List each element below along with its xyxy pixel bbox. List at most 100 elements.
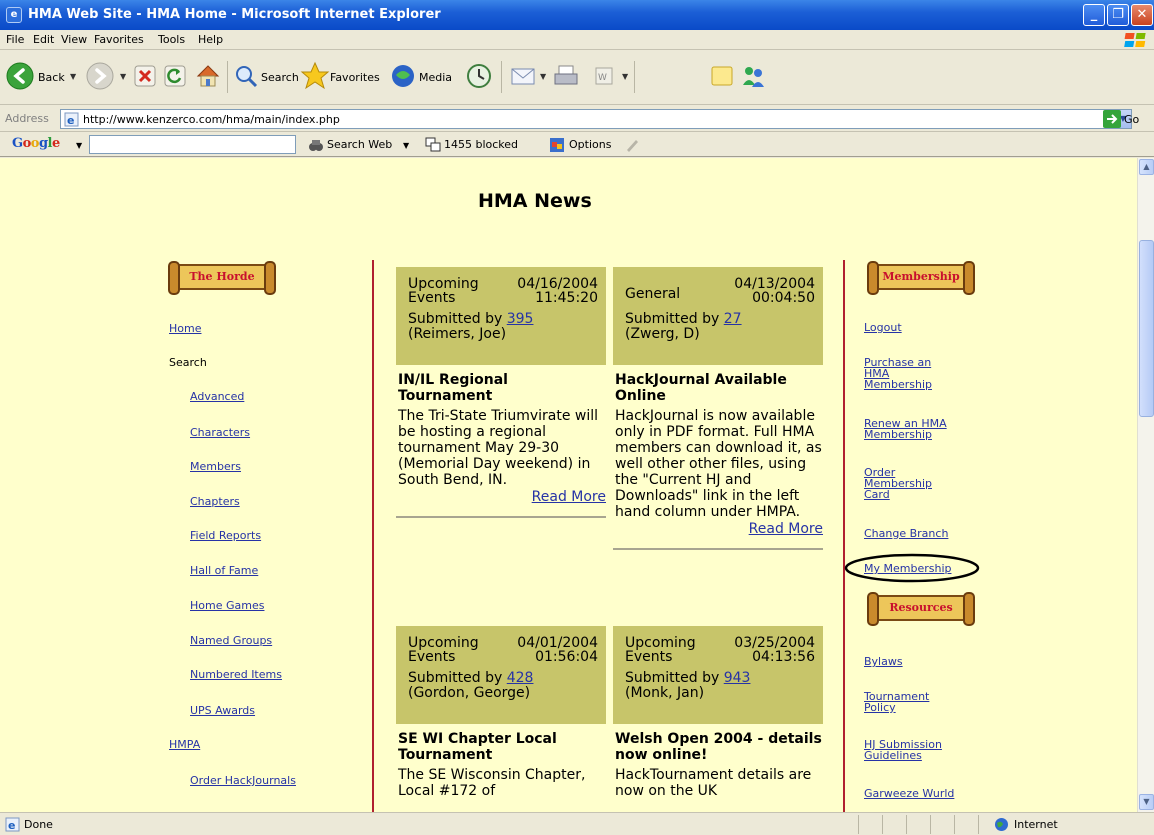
refresh-icon[interactable] [164,65,186,87]
garweeze-wurld-link[interactable]: Garweeze Wurld [864,788,974,799]
address-bar: Address e http://www.kenzerco.com/hma/ma… [0,106,1154,132]
status-panel [954,815,955,834]
news-title: Welsh Open 2004 - details now online! [615,731,822,763]
toolbar: Back ▼ ▼ Search Favorites Media ▼ W ▼ [0,51,1154,105]
news-category: Upcoming Events [408,276,479,306]
bylaws-link[interactable]: Bylaws [864,656,974,667]
popup-blocker-icon[interactable] [425,137,441,153]
favorites-star-icon[interactable] [300,61,330,91]
nav-named-groups[interactable]: Named Groups [190,634,272,647]
logout-link[interactable]: Logout [864,322,974,333]
back-dropdown-icon[interactable]: ▼ [70,72,76,81]
scroll-up-icon[interactable]: ▲ [1139,159,1154,175]
nav-members[interactable]: Members [190,460,241,473]
submitter-link[interactable]: 428 [507,670,534,686]
binoculars-icon[interactable] [308,137,324,153]
submitter-link[interactable]: 943 [724,670,751,686]
address-field[interactable]: e http://www.kenzerco.com/hma/main/index… [60,109,1132,129]
news-item: Upcoming Events 03/25/2004 04:13:56 Subm… [613,626,823,799]
submitter-link[interactable]: 395 [507,311,534,327]
menu-help[interactable]: Help [198,33,223,46]
page-done-icon: e [5,817,20,832]
submitter-name: (Monk, Jan) [625,685,705,701]
options-button[interactable]: Options [569,138,611,151]
order-membership-card-link[interactable]: Order Membership Card [864,467,944,500]
blocked-count[interactable]: 1455 blocked [444,138,518,151]
maximize-button[interactable]: ❐ [1107,4,1129,26]
pencil-icon[interactable] [624,137,640,153]
search-icon[interactable] [234,64,258,88]
search-web-button[interactable]: Search Web [327,138,392,151]
back-arrow-icon[interactable] [6,62,34,90]
forward-arrow-icon[interactable] [86,62,114,90]
submitter-link[interactable]: 27 [724,311,742,327]
menu-edit[interactable]: Edit [33,33,54,46]
menu-view[interactable]: View [61,33,87,46]
google-search-input[interactable] [89,135,296,154]
news-datetime: 04/13/2004 00:04:50 [734,276,815,306]
mail-icon[interactable] [510,65,538,87]
internet-globe-icon [995,818,1008,831]
news-header: Upcoming Events 04/01/2004 01:56:04 Subm… [396,626,606,724]
favorites-label[interactable]: Favorites [330,71,380,84]
nav-hall-of-fame[interactable]: Hall of Fame [190,564,258,577]
nav-order-hackjournals[interactable]: Order HackJournals [190,774,296,787]
media-icon[interactable] [390,63,416,89]
media-label[interactable]: Media [419,71,452,84]
nav-chapters[interactable]: Chapters [190,495,240,508]
ie-icon: e [6,7,22,23]
tournament-policy-link[interactable]: Tournament Policy [864,691,944,713]
edit-icon[interactable]: W [594,66,614,86]
nav-hmpa[interactable]: HMPA [169,738,200,751]
home-icon[interactable] [195,63,221,89]
news-submitted: Submitted by 428 (Gordon, George) [408,671,598,701]
news-title: IN/IL Regional Tournament [398,372,508,404]
menu-favorites[interactable]: Favorites [94,33,144,46]
scroll-thumb[interactable] [1139,240,1154,417]
nav-field-reports[interactable]: Field Reports [190,529,261,542]
submitted-prefix: Submitted by [408,670,503,686]
toolbar-separator [501,61,502,93]
stop-icon[interactable] [134,65,156,87]
purchase-membership-link[interactable]: Purchase an HMA Membership [864,357,954,390]
hj-submission-guidelines-link[interactable]: HJ Submission Guidelines [864,739,964,761]
close-button[interactable]: ✕ [1131,4,1153,26]
menu-file[interactable]: File [6,33,24,46]
options-icon[interactable] [549,137,565,153]
address-url[interactable]: http://www.kenzerco.com/hma/main/index.p… [83,113,340,126]
edit-dropdown-icon[interactable]: ▼ [622,72,628,81]
news-header: Upcoming Events 03/25/2004 04:13:56 Subm… [613,626,823,724]
svg-text:e: e [67,114,74,127]
vertical-scrollbar[interactable]: ▲ ▼ [1137,158,1154,812]
minimize-button[interactable]: _ [1083,4,1105,26]
security-zone: Internet [1014,818,1058,831]
menu-tools[interactable]: Tools [158,33,185,46]
news-divider [396,516,606,518]
go-arrow-icon[interactable] [1103,110,1121,128]
nav-home[interactable]: Home [169,322,201,335]
google-logo[interactable]: Google [12,136,60,151]
history-icon[interactable] [466,63,492,89]
discuss-icon[interactable] [710,64,734,88]
google-dropdown-icon[interactable]: ▼ [76,141,82,150]
nav-numbered-items[interactable]: Numbered Items [190,668,282,681]
search-web-dropdown-icon[interactable]: ▼ [403,141,409,150]
mail-dropdown-icon[interactable]: ▼ [540,72,546,81]
horde-banner-label: The Horde [189,270,255,283]
read-more-link[interactable]: Read More [613,521,823,537]
messenger-icon[interactable] [740,63,766,89]
read-more-link[interactable]: Read More [396,489,606,505]
print-icon[interactable] [553,64,579,88]
scroll-down-icon[interactable]: ▼ [1139,794,1154,810]
nav-ups-awards[interactable]: UPS Awards [190,704,255,717]
change-branch-link[interactable]: Change Branch [864,528,974,539]
nav-home-games[interactable]: Home Games [190,599,264,612]
news-submitted: Submitted by 943 (Monk, Jan) [625,671,815,701]
forward-dropdown-icon[interactable]: ▼ [120,72,126,81]
back-label[interactable]: Back [38,71,65,84]
nav-advanced[interactable]: Advanced [190,390,244,403]
search-label[interactable]: Search [261,71,299,84]
go-button[interactable]: Go [1124,113,1139,126]
nav-characters[interactable]: Characters [190,426,250,439]
renew-membership-link[interactable]: Renew an HMA Membership [864,418,974,440]
